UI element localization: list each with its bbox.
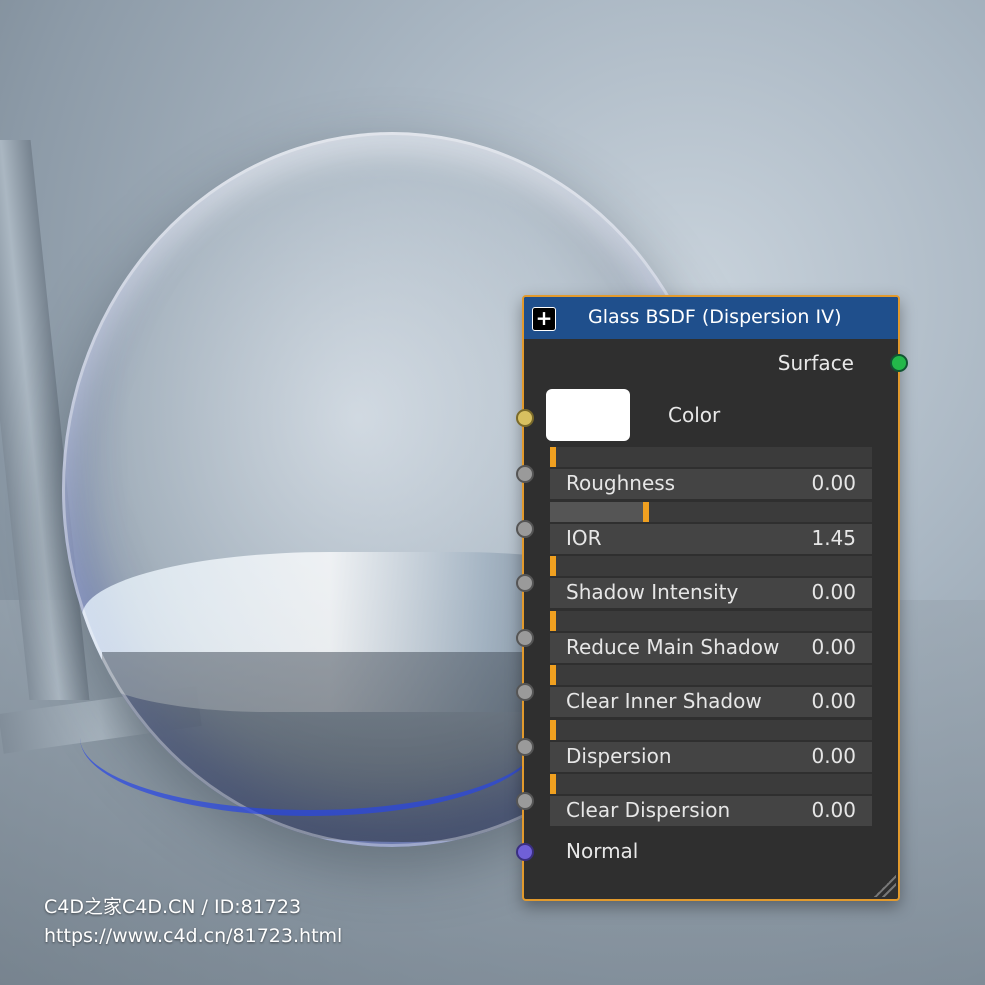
param-input-port[interactable] bbox=[516, 628, 534, 647]
param-value[interactable]: 0.00 bbox=[811, 798, 856, 822]
param-label: Dispersion bbox=[566, 743, 672, 768]
param-slider-handle[interactable] bbox=[550, 719, 556, 740]
param-slider[interactable] bbox=[550, 556, 872, 576]
color-input-port[interactable] bbox=[516, 409, 534, 427]
surface-output-port[interactable] bbox=[890, 354, 908, 372]
glass-bsdf-node[interactable]: + Glass BSDF (Dispersion IV) Surface Col… bbox=[522, 295, 900, 901]
plus-icon[interactable]: + bbox=[532, 307, 556, 331]
param-label: Clear Inner Shadow bbox=[566, 689, 762, 713]
surface-output-label: Surface bbox=[777, 351, 854, 375]
param-value[interactable]: 0.00 bbox=[811, 689, 856, 713]
param-input-port[interactable] bbox=[516, 737, 534, 756]
param-value[interactable]: 0.00 bbox=[811, 635, 856, 659]
param-value[interactable]: 0.00 bbox=[811, 471, 856, 495]
param-slider-handle[interactable] bbox=[643, 501, 650, 522]
param-label: Roughness bbox=[566, 471, 676, 495]
normal-input-label: Normal bbox=[566, 839, 639, 863]
color-swatch[interactable] bbox=[546, 389, 630, 441]
param-label: Reduce Main Shadow bbox=[566, 634, 780, 659]
param-label: IOR bbox=[566, 525, 602, 550]
param-value[interactable]: 0.00 bbox=[811, 744, 856, 768]
param-slider[interactable] bbox=[550, 501, 872, 522]
param-value[interactable]: 1.45 bbox=[811, 526, 856, 550]
resize-grip-icon[interactable] bbox=[874, 875, 896, 897]
param-slider[interactable] bbox=[550, 610, 872, 631]
node-header[interactable]: + Glass BSDF (Dispersion IV) bbox=[524, 297, 898, 339]
param-slider-fill bbox=[550, 501, 644, 522]
node-title: Glass BSDF (Dispersion IV) bbox=[588, 306, 842, 328]
watermark-line-2: https://www.c4d.cn/81723.html bbox=[44, 925, 343, 947]
param-label: Shadow Intensity bbox=[566, 580, 739, 604]
param-slider-handle[interactable] bbox=[550, 610, 556, 631]
color-label: Color bbox=[668, 403, 721, 427]
param-slider-handle[interactable] bbox=[550, 665, 556, 685]
param-slider[interactable] bbox=[550, 447, 872, 467]
param-slider[interactable] bbox=[550, 719, 872, 740]
watermark-line-1: C4D之家C4D.CN / ID:81723 bbox=[44, 896, 302, 918]
param-slider[interactable] bbox=[550, 665, 872, 685]
param-input-port[interactable] bbox=[516, 683, 534, 701]
param-label: Clear Dispersion bbox=[566, 798, 731, 822]
param-input-port[interactable] bbox=[516, 519, 534, 538]
param-input-port[interactable] bbox=[516, 792, 534, 810]
param-value[interactable]: 0.00 bbox=[811, 580, 856, 604]
dispersion-rim bbox=[80, 660, 540, 816]
param-slider-handle[interactable] bbox=[550, 447, 556, 467]
param-slider[interactable] bbox=[550, 774, 872, 794]
normal-input-port[interactable] bbox=[516, 843, 534, 861]
param-input-port[interactable] bbox=[516, 465, 534, 483]
param-slider-handle[interactable] bbox=[550, 556, 556, 576]
param-slider-handle[interactable] bbox=[550, 774, 556, 794]
param-input-port[interactable] bbox=[516, 574, 534, 592]
